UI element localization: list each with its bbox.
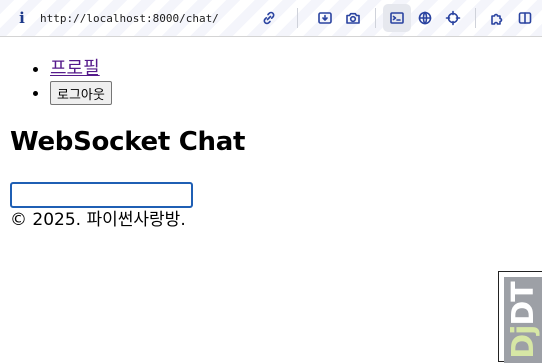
footer-copyright: © 2025. 파이썬사랑방. [10, 210, 186, 230]
page-content: 프로필 로그아웃 WebSocket Chat © 2025. 파이썬사랑방. [0, 57, 542, 232]
logout-button[interactable]: 로그아웃 [50, 81, 112, 105]
sidebar-icon[interactable] [511, 4, 539, 32]
crosshair-icon[interactable] [439, 4, 467, 32]
debug-toolbar-logo: DjDT [504, 277, 542, 363]
terminal-icon[interactable] [383, 4, 411, 32]
extensions-icon[interactable] [483, 4, 511, 32]
chat-message-input[interactable] [10, 182, 193, 208]
nav-list: 프로필 로그아웃 [10, 57, 532, 105]
screenshot-icon[interactable] [311, 4, 339, 32]
debug-toolbar-label: DjDT [505, 281, 541, 359]
nav-item-logout: 로그아웃 [50, 81, 532, 105]
toolbar-icons [0, 0, 542, 36]
toolbar-separator [297, 8, 298, 28]
page-title: WebSocket Chat [10, 127, 246, 157]
toolbar-separator [475, 8, 476, 28]
link-icon[interactable] [255, 4, 283, 32]
globe-icon[interactable] [411, 4, 439, 32]
debug-toolbar-handle[interactable]: DjDT [498, 271, 542, 363]
nav-item-profile: 프로필 [50, 57, 532, 81]
toolbar-separator [375, 8, 376, 28]
browser-toolbar: i http://localhost:8000/chat/ [0, 0, 542, 37]
camera-icon[interactable] [339, 4, 367, 32]
profile-link[interactable]: 프로필 [50, 58, 100, 79]
